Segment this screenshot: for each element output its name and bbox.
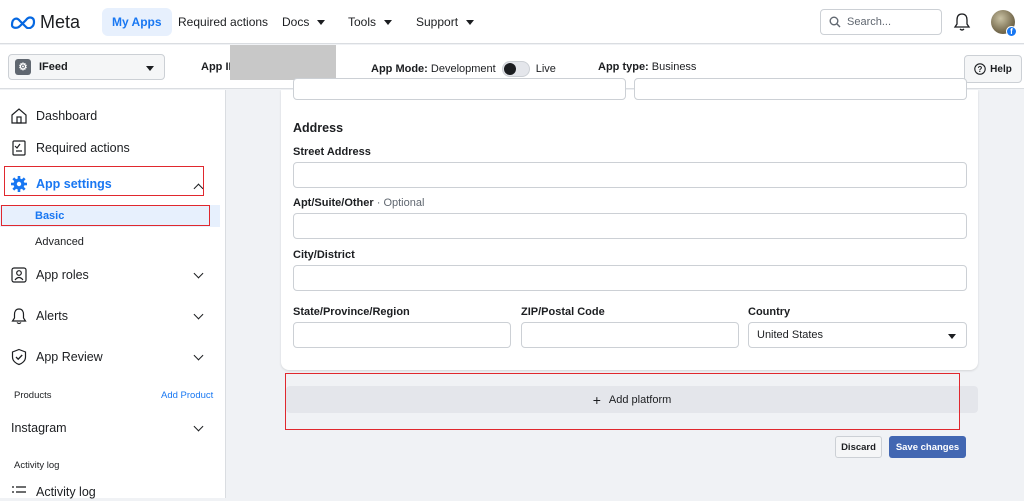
caret-down-icon — [466, 20, 475, 26]
state-province-field[interactable] — [293, 322, 511, 348]
home-icon — [11, 108, 27, 124]
nav-support-label: Support — [416, 15, 459, 29]
bell-icon[interactable] — [953, 12, 971, 32]
main-content: Address Street Address Apt/Suite/Other ·… — [227, 78, 1024, 498]
address-section-title: Address — [293, 121, 344, 135]
help-button[interactable]: ? Help — [964, 55, 1022, 83]
apt-suite-label: Apt/Suite/Other · Optional — [293, 197, 424, 209]
app-type-value: Business — [651, 61, 697, 73]
country-selected-value: United States — [757, 329, 824, 341]
street-address-field[interactable] — [293, 162, 967, 188]
app-mode: App Mode: Development Live — [371, 61, 556, 77]
sidebar-item-required-actions[interactable]: Required actions — [10, 139, 130, 157]
app-type-key: App type: — [598, 61, 649, 73]
chevron-down-icon[interactable] — [193, 421, 204, 432]
sidebar-item-instagram[interactable]: Instagram — [11, 421, 67, 435]
checklist-icon — [12, 140, 26, 156]
nav-tools[interactable]: Tools — [338, 8, 402, 36]
app-mode-toggle[interactable] — [501, 61, 530, 77]
toggle-knob — [503, 63, 516, 75]
nav-my-apps[interactable]: My Apps — [102, 8, 172, 36]
app-name: IFeed — [39, 61, 68, 73]
sidebar-item-alerts[interactable]: Alerts — [10, 307, 68, 325]
search-icon — [829, 16, 841, 28]
sidebar-label-required-actions: Required actions — [36, 141, 130, 155]
facebook-badge-icon: f — [1006, 26, 1017, 37]
sidebar-label-dashboard: Dashboard — [36, 109, 98, 123]
chevron-down-icon[interactable] — [193, 350, 204, 361]
city-district-field[interactable] — [293, 265, 967, 291]
top-navigation-bar: Meta My Apps Required actions Docs Tools… — [0, 0, 1024, 44]
live-label: Live — [535, 63, 556, 75]
sidebar-label-alerts: Alerts — [36, 309, 68, 323]
app-id-redacted — [230, 45, 336, 80]
chevron-down-icon[interactable] — [193, 268, 204, 279]
app-mode-key: App Mode: — [371, 63, 428, 75]
meta-infinity-icon — [10, 16, 36, 29]
sidebar: Dashboard Required actions App settings … — [0, 90, 226, 501]
app-gear-icon: ⚙ — [15, 59, 31, 75]
search-placeholder: Search... — [847, 16, 892, 28]
settings-card: Address Street Address Apt/Suite/Other ·… — [281, 78, 978, 370]
highlight-box-add-platform — [285, 373, 960, 430]
meta-logo[interactable]: Meta — [10, 10, 80, 34]
chevron-down-icon[interactable] — [193, 309, 204, 320]
list-icon — [12, 486, 26, 493]
sidebar-label-activity-log: Activity log — [36, 485, 96, 499]
meta-logo-text: Meta — [40, 11, 81, 32]
state-province-label: State/Province/Region — [293, 306, 410, 318]
app-selector[interactable]: ⚙ IFeed — [8, 54, 165, 80]
sidebar-item-activity-log[interactable]: Activity log — [10, 483, 96, 501]
country-label: Country — [748, 306, 791, 318]
app-mode-value: Development — [430, 63, 496, 75]
app-type: App type: Business — [598, 61, 696, 73]
nav-support[interactable]: Support — [406, 8, 484, 36]
nav-docs[interactable]: Docs — [272, 8, 335, 36]
caret-down-icon — [146, 66, 154, 71]
caret-down-icon — [384, 20, 393, 26]
question-icon: ? — [974, 63, 986, 75]
bell-icon — [11, 308, 27, 325]
shield-check-icon — [11, 348, 27, 366]
sidebar-label-app-roles: App roles — [36, 268, 89, 282]
previous-field-left[interactable] — [293, 78, 626, 100]
activity-log-section-label: Activity log — [14, 460, 60, 471]
sidebar-item-app-review[interactable]: App Review — [10, 348, 103, 366]
zip-postal-field[interactable] — [521, 322, 739, 348]
sidebar-item-advanced[interactable]: Advanced — [35, 236, 84, 248]
sidebar-item-app-roles[interactable]: App roles — [10, 266, 89, 284]
country-select[interactable]: United States — [748, 322, 967, 348]
products-section-label: Products — [14, 390, 52, 401]
discard-button[interactable]: Discard — [835, 436, 882, 458]
caret-down-icon — [948, 334, 956, 339]
caret-down-icon — [317, 20, 326, 26]
nav-docs-label: Docs — [282, 15, 310, 29]
highlight-box-basic — [1, 205, 210, 226]
optional-tag: · Optional — [376, 197, 425, 209]
sidebar-label-app-review: App Review — [36, 350, 103, 364]
nav-required-actions[interactable]: Required actions — [168, 8, 278, 36]
app-mode-label: App Mode: Development — [371, 63, 496, 75]
apt-suite-field[interactable] — [293, 213, 967, 239]
nav-tools-label: Tools — [348, 15, 377, 29]
id-badge-icon — [11, 267, 27, 283]
zip-postal-label: ZIP/Postal Code — [521, 306, 605, 318]
save-changes-button[interactable]: Save changes — [889, 436, 966, 458]
street-address-label: Street Address — [293, 146, 371, 158]
highlight-box-app-settings — [4, 166, 204, 196]
previous-field-right[interactable] — [634, 78, 967, 100]
city-district-label: City/District — [293, 249, 355, 261]
sidebar-item-dashboard[interactable]: Dashboard — [10, 107, 97, 125]
add-product-link[interactable]: Add Product — [161, 390, 213, 401]
apt-suite-label-text: Apt/Suite/Other — [293, 197, 374, 209]
help-label: Help — [990, 63, 1012, 75]
search-input[interactable]: Search... — [820, 9, 942, 35]
svg-text:?: ? — [978, 65, 983, 74]
